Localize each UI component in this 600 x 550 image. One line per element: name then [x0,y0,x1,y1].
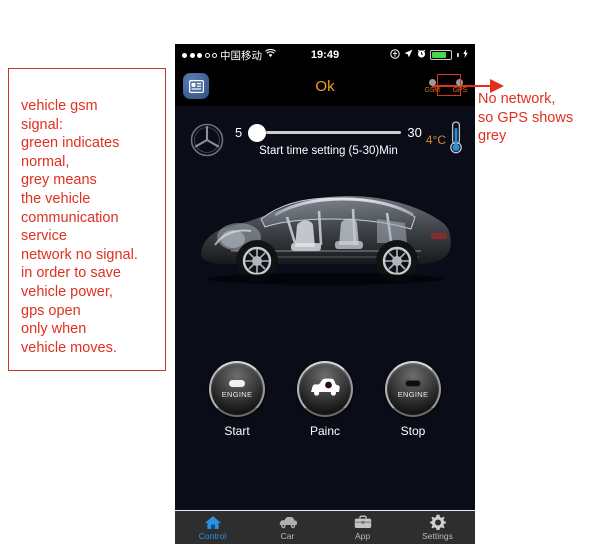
home-icon [204,514,222,530]
carrier-name: 中国移动 [220,49,262,62]
tab-app-label: App [354,531,371,541]
start-time-slider[interactable] [248,123,402,142]
engine-start-button[interactable]: ENGINE [209,361,265,417]
tab-control-label: Control [198,531,227,541]
annotation-line: gps open [21,302,81,319]
annotation-line: vehicle moves. [21,339,117,356]
briefcase-icon [354,514,372,530]
annotation-line: No network, [478,91,556,107]
thermometer-icon [449,120,463,160]
slider-track [248,131,402,134]
bottom-tab-bar: Control Car App Settings [175,510,475,544]
annotation-line: so GPS shows [478,109,574,126]
annotation-line: only when [21,321,87,338]
panic-action[interactable]: Painc [297,361,353,438]
slider-knob[interactable] [248,123,267,142]
annotation-line: service [21,228,67,245]
engine-start-indicator-icon [229,379,245,387]
gps-highlight-box [437,74,461,96]
charging-bolt-icon [463,49,468,61]
tab-car-label: Car [280,531,295,541]
left-annotation-callout: vehicle gsm signal: green indicates norm… [8,68,166,371]
tab-settings-label: Settings [422,531,453,541]
stop-label: Stop [400,424,426,438]
engine-stop-text: ENGINE [397,389,429,399]
app-navigation-bar: Ok GSM GPS [175,66,475,106]
start-action[interactable]: ENGINE Start [209,361,265,438]
start-label: Start [224,424,250,438]
annotation-line: vehicle power, [21,283,113,300]
slider-caption: Start time setting (5-30)Min [259,144,398,157]
status-bar-right [390,48,468,62]
rotation-lock-icon [390,48,400,62]
slider-line: 5 30 [235,123,422,142]
gear-icon [429,514,446,530]
engine-stop-indicator-icon [405,379,421,387]
annotation-line: normal, [21,153,70,170]
engine-start-text: ENGINE [221,389,253,399]
start-time-slider-block: 5 30 Start time setting (5-30)Min [235,123,422,157]
annotation-line: network no signal. [21,246,138,263]
start-time-row: 5 30 Start time setting (5-30)Min 4°C [175,106,475,160]
panic-label: Painc [309,424,341,438]
mercedes-benz-logo [187,120,227,160]
tab-settings[interactable]: Settings [400,511,475,544]
battery-cap-icon [457,53,459,57]
temperature-display: 4°C [425,120,463,160]
car-xray-cutaway-image [175,164,475,294]
annotation-line: signal: [21,116,63,133]
right-annotation-text: No network, so GPS shows grey [478,90,596,146]
annotation-line: the vehicle [21,190,91,207]
annotation-line: vehicle gsm [21,98,98,114]
panic-car-search-icon [309,376,341,403]
wifi-icon [265,48,276,61]
tab-car[interactable]: Car [250,511,325,544]
annotation-line: grey [478,128,507,145]
phone-screen: 中国移动 19:49 Ok GSM GPS 5 30 Start time se… [175,44,475,544]
car-icon [278,514,298,530]
ios-status-bar: 中国移动 19:49 [175,44,475,66]
control-panel: 5 30 Start time setting (5-30)Min 4°C EN… [175,106,475,510]
annotation-line: grey means [21,172,97,189]
annotation-line: communication [21,209,119,226]
cellular-signal-dots-icon [182,52,217,58]
battery-icon [430,50,452,60]
temperature-value: 4°C [425,133,446,147]
tab-control[interactable]: Control [175,511,250,544]
engine-stop-button[interactable]: ENGINE [385,361,441,417]
alarm-clock-icon [417,49,426,61]
annotation-line: in order to save [21,265,121,282]
annotation-line: green indicates [21,135,120,152]
stop-action[interactable]: ENGINE Stop [385,361,441,438]
gsm-status-dot [428,78,436,86]
slider-max-label: 30 [407,125,422,140]
status-bar-left: 中国移动 [182,48,276,63]
tab-app[interactable]: App [325,511,400,544]
panic-button[interactable] [297,361,353,417]
slider-min-label: 5 [235,125,243,140]
action-buttons: ENGINE Start Painc ENGINE Stop [175,361,475,438]
location-arrow-icon [404,49,413,61]
